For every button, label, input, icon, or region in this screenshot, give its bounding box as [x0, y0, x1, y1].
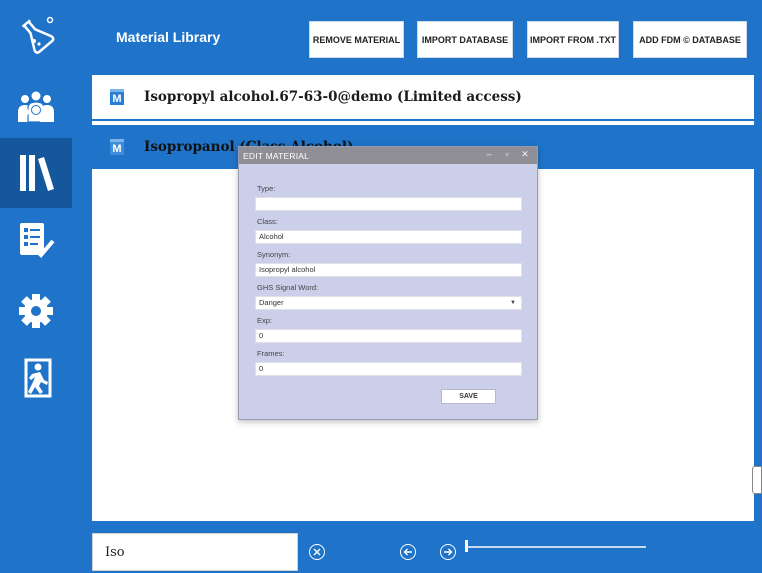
- close-icon[interactable]: ✕: [519, 149, 531, 160]
- edit-material-dialog: EDIT MATERIAL – ▫ ✕ Type: Class: Alcohol…: [238, 146, 538, 420]
- material-label: Isopropyl alcohol.67-63-0@demo (Limited …: [144, 89, 522, 105]
- sidebar-item-library[interactable]: [0, 138, 72, 208]
- sidebar-item-lab[interactable]: [0, 6, 72, 64]
- dialog-titlebar[interactable]: EDIT MATERIAL – ▫ ✕: [239, 147, 537, 164]
- synonym-label: Synonym:: [257, 250, 291, 259]
- add-fdm-database-button[interactable]: ADD FDM © DATABASE: [633, 21, 747, 58]
- sidebar-item-exit[interactable]: [0, 349, 72, 407]
- flask-icon: [21, 16, 55, 54]
- maximize-icon[interactable]: ▫: [501, 149, 513, 159]
- users-icon: [18, 91, 54, 123]
- type-label: Type:: [257, 184, 276, 193]
- minimize-icon[interactable]: –: [483, 149, 495, 159]
- previous-button[interactable]: [400, 544, 416, 560]
- exit-icon: [24, 358, 52, 398]
- class-field[interactable]: Alcohol: [255, 230, 522, 244]
- chevron-down-icon: ▼: [510, 300, 516, 306]
- arrow-left-icon: [403, 548, 412, 556]
- ghs-signal-word-select[interactable]: Danger ▼: [255, 296, 522, 310]
- exp-label: Exp:: [257, 316, 273, 325]
- sidebar: [0, 0, 72, 573]
- clear-icon: [313, 548, 321, 556]
- sidebar-item-settings[interactable]: [0, 282, 72, 340]
- material-icon: M: [110, 139, 124, 155]
- arrow-right-icon: [444, 548, 453, 556]
- list-item[interactable]: M Isopropyl alcohol.67-63-0@demo (Limite…: [92, 75, 754, 121]
- clear-search-button[interactable]: [309, 544, 325, 560]
- app-window: Material Library REMOVE MATERIAL IMPORT …: [0, 0, 762, 573]
- header-bar: Material Library REMOVE MATERIAL IMPORT …: [92, 10, 754, 67]
- checklist-icon: [20, 223, 55, 258]
- exp-field[interactable]: 0: [255, 329, 522, 343]
- side-panel-handle[interactable]: [752, 466, 762, 494]
- type-field[interactable]: [255, 197, 522, 211]
- sidebar-item-tasks[interactable]: [0, 210, 72, 268]
- class-label: Class:: [257, 217, 278, 226]
- page-title: Material Library: [116, 29, 221, 45]
- zoom-slider-track[interactable]: [466, 546, 646, 548]
- ghs-selected-value: Danger: [259, 298, 284, 307]
- dialog-title: EDIT MATERIAL: [243, 151, 310, 161]
- material-icon: M: [110, 89, 124, 105]
- frames-field[interactable]: 0: [255, 362, 522, 376]
- gear-icon: [19, 294, 53, 328]
- sidebar-item-users[interactable]: [0, 78, 72, 136]
- ghs-signal-word-label: GHS Signal Word:: [257, 283, 319, 292]
- library-icon: [20, 155, 54, 191]
- remove-material-button[interactable]: REMOVE MATERIAL: [309, 21, 404, 58]
- zoom-slider-thumb[interactable]: [465, 540, 468, 552]
- save-button[interactable]: SAVE: [441, 389, 496, 404]
- next-button[interactable]: [440, 544, 456, 560]
- search-input[interactable]: [92, 533, 298, 571]
- synonym-field[interactable]: Isopropyl alcohol: [255, 263, 522, 277]
- import-database-button[interactable]: IMPORT DATABASE: [417, 21, 513, 58]
- frames-label: Frames:: [257, 349, 285, 358]
- import-txt-button[interactable]: IMPORT FROM .TXT: [527, 21, 619, 58]
